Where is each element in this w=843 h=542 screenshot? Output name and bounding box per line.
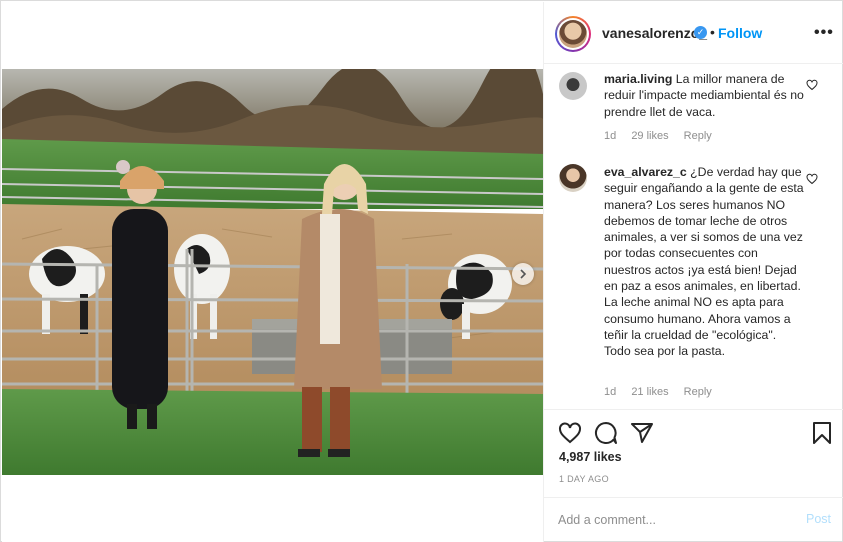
post-comment-button[interactable]: Post (806, 512, 831, 526)
comment-username[interactable]: eva_alvarez_c (604, 165, 687, 179)
comment-body: ¿De verdad hay que seguir engañando a la… (604, 165, 804, 359)
post-frame: vanesalorenzo_ ✓ • Follow ••• maria.livi… (0, 0, 843, 542)
comment-icon[interactable] (594, 421, 618, 445)
bookmark-icon[interactable] (810, 421, 834, 445)
post-actions: 4,987 likes 1 DAY AGO (544, 409, 843, 504)
comment-text: eva_alvarez_c ¿De verdad hay que seguir … (604, 164, 804, 360)
next-photo-button[interactable] (512, 263, 534, 285)
more-options-button[interactable]: ••• (814, 24, 834, 42)
avatar-photo (559, 20, 587, 48)
separator-dot: • (710, 24, 715, 40)
comment-avatar[interactable] (559, 72, 587, 100)
comment-username[interactable]: maria.living (604, 72, 672, 86)
heart-icon[interactable] (806, 173, 818, 185)
add-comment-bar: Post (544, 497, 843, 542)
photo-illustration (2, 69, 543, 475)
comment-text: maria.living La millor manera de reduir … (604, 71, 804, 120)
comment-input[interactable] (558, 510, 778, 530)
likes-count[interactable]: 4,987 likes (559, 450, 622, 464)
comment-meta: 1d 29 likes Reply (604, 130, 724, 142)
comments-list[interactable]: maria.living La millor manera de reduir … (544, 64, 843, 409)
comment-likes[interactable]: 29 likes (631, 130, 668, 142)
comment-reply-button[interactable]: Reply (684, 130, 712, 142)
avatar-ring-inner (557, 18, 589, 50)
chevron-right-icon (520, 269, 527, 279)
comment-reply-button[interactable]: Reply (684, 386, 712, 398)
heart-icon[interactable] (558, 421, 582, 445)
share-icon[interactable] (630, 421, 654, 445)
comment-avatar[interactable] (559, 164, 587, 192)
photo-column (2, 2, 543, 542)
post-date[interactable]: 1 DAY AGO (559, 474, 609, 484)
avatar[interactable] (555, 16, 591, 52)
heart-icon[interactable] (806, 79, 818, 91)
post-photo[interactable] (2, 69, 543, 475)
verified-icon: ✓ (694, 26, 707, 39)
post-username[interactable]: vanesalorenzo_ (602, 25, 707, 41)
comment-likes[interactable]: 21 likes (631, 386, 668, 398)
comment-age[interactable]: 1d (604, 386, 616, 398)
follow-button[interactable]: Follow (718, 25, 762, 41)
comment-meta: 1d 21 likes Reply (604, 386, 724, 398)
post-side-panel: vanesalorenzo_ ✓ • Follow ••• maria.livi… (543, 2, 843, 542)
post-header: vanesalorenzo_ ✓ • Follow ••• (544, 2, 843, 64)
comment-age[interactable]: 1d (604, 130, 616, 142)
